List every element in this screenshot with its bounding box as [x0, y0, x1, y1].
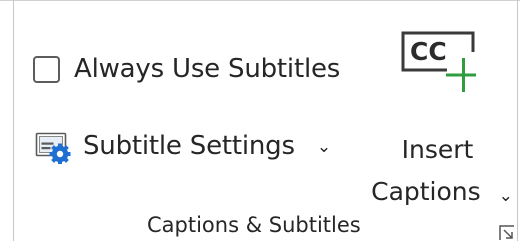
insert-captions-button[interactable]: CC Insert Captions ⌄ — [370, 22, 514, 206]
always-use-subtitles-checkbox[interactable]: Always Use Subtitles — [33, 50, 340, 88]
captions-subtitles-group: Always Use Subtitles Subtitle Settings ⌄… — [0, 0, 520, 241]
subtitle-settings-button[interactable]: Subtitle Settings ⌄ — [35, 126, 331, 166]
checkbox-square[interactable] — [33, 55, 60, 83]
insert-captions-label-line2-text: Captions — [371, 177, 481, 206]
subtitle-settings-label: Subtitle Settings — [83, 131, 295, 161]
insert-captions-label-line1: Insert — [401, 135, 474, 164]
subtitle-settings-icon — [35, 132, 71, 164]
group-label: Captions & Subtitles — [147, 213, 361, 237]
divider-top — [0, 0, 520, 1]
cc-add-icon: CC — [401, 31, 476, 92]
divider-right — [517, 0, 518, 241]
plus-horizontal — [446, 73, 476, 77]
insert-captions-label-line2: Captions ⌄ — [370, 177, 514, 206]
divider-left — [13, 0, 14, 241]
dialog-launcher-icon[interactable] — [498, 224, 516, 241]
always-use-subtitles-label: Always Use Subtitles — [74, 54, 341, 84]
chevron-down-icon: ⌄ — [316, 137, 332, 157]
chevron-down-icon: ⌄ — [498, 186, 513, 206]
cc-icon-text: CC — [410, 37, 447, 66]
